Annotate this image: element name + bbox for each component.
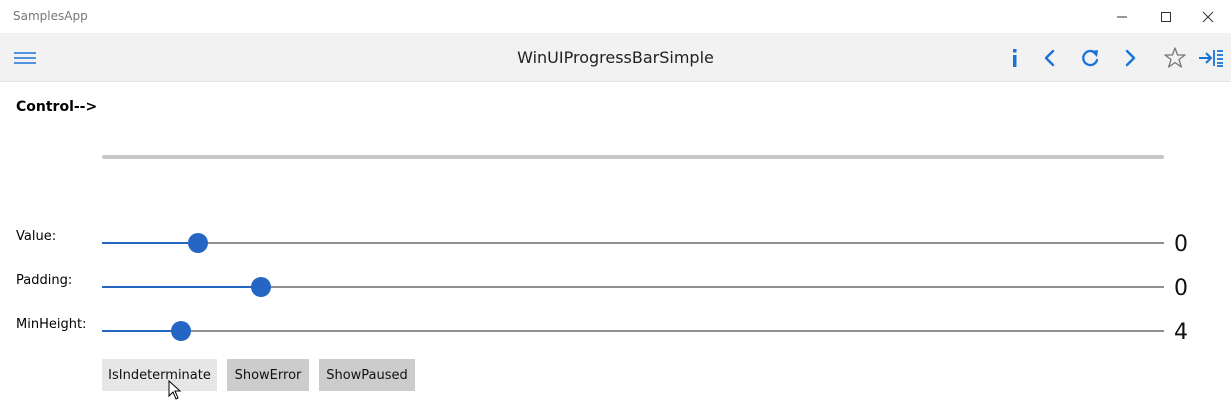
- command-bar: WinUIProgressBarSimple: [0, 33, 1231, 82]
- slider-fill: [102, 330, 181, 332]
- refresh-icon: [1082, 49, 1099, 67]
- slider-fill: [102, 286, 262, 288]
- minheight-readout: 4: [1174, 320, 1188, 345]
- slider-thumb[interactable]: [187, 233, 208, 253]
- padding-readout: 0: [1174, 276, 1188, 301]
- minimize-button[interactable]: [1099, 0, 1145, 33]
- slider-thumb[interactable]: [170, 321, 191, 341]
- show-paused-button[interactable]: ShowPaused: [319, 359, 415, 391]
- progress-bar: [102, 155, 1164, 159]
- show-error-button[interactable]: ShowError: [227, 359, 309, 391]
- maximize-icon: [1161, 11, 1171, 22]
- slider-track: [102, 242, 1164, 244]
- slider-fill: [102, 242, 198, 244]
- maximize-button[interactable]: [1143, 0, 1189, 33]
- window-title-bar: SamplesApp: [0, 0, 1231, 33]
- pin-panel-button[interactable]: [1197, 45, 1223, 71]
- back-icon: [1044, 49, 1055, 67]
- value-readout: 0: [1174, 232, 1188, 257]
- info-icon: [1013, 49, 1017, 67]
- value-slider[interactable]: [102, 232, 1164, 254]
- mouse-cursor-icon: [168, 380, 182, 400]
- slider-track: [102, 330, 1164, 332]
- forward-button[interactable]: [1117, 45, 1143, 71]
- slider-thumb[interactable]: [251, 277, 272, 297]
- app-title: SamplesApp: [13, 9, 88, 23]
- minheight-label: MinHeight:: [16, 317, 87, 332]
- refresh-button[interactable]: [1077, 45, 1103, 71]
- info-button[interactable]: [1002, 45, 1028, 71]
- padding-label: Padding:: [16, 273, 73, 288]
- pin-panel-icon: [1199, 50, 1223, 67]
- control-label: Control-->: [16, 99, 98, 115]
- close-button[interactable]: [1185, 0, 1231, 33]
- minimize-icon: [1117, 16, 1127, 17]
- star-icon: [1164, 47, 1186, 68]
- back-button[interactable]: [1037, 45, 1063, 71]
- forward-icon: [1125, 49, 1136, 67]
- value-label: Value:: [16, 229, 57, 244]
- favorite-button[interactable]: [1162, 45, 1188, 71]
- padding-slider[interactable]: [102, 276, 1164, 298]
- minheight-slider[interactable]: [102, 320, 1164, 342]
- close-icon: [1202, 11, 1214, 22]
- is-indeterminate-button[interactable]: IsIndeterminate: [102, 359, 217, 391]
